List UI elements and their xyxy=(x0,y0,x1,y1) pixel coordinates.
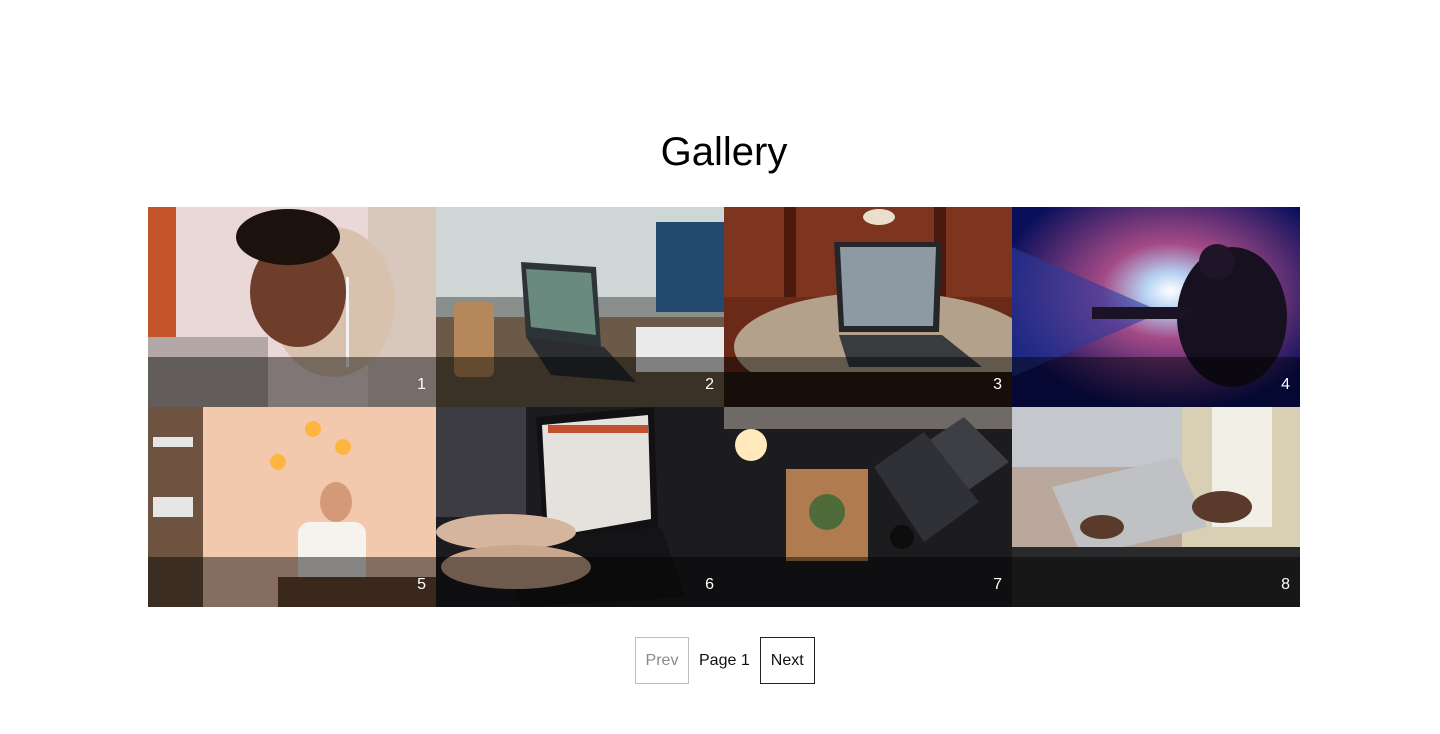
image-number: 6 xyxy=(705,576,714,593)
image-number: 7 xyxy=(993,576,1002,593)
prev-button[interactable]: Prev xyxy=(635,637,689,684)
gallery-tile-7[interactable]: 7 xyxy=(724,407,1012,607)
caption-bar xyxy=(148,357,436,407)
gallery-tile-6[interactable]: 6 xyxy=(436,407,724,607)
gallery-tile-4[interactable]: 4 xyxy=(1012,207,1300,407)
image-number: 1 xyxy=(417,376,426,393)
image-number: 5 xyxy=(417,576,426,593)
gallery-grid: 1 2 3 4 5 6 7 8 xyxy=(148,207,1300,607)
caption-bar xyxy=(148,557,436,607)
gallery-tile-2[interactable]: 2 xyxy=(436,207,724,407)
page-title: Gallery xyxy=(660,130,788,174)
caption-bar xyxy=(1012,557,1300,607)
caption-bar xyxy=(436,357,724,407)
page-indicator: Page 1 xyxy=(699,651,750,669)
next-button[interactable]: Next xyxy=(759,637,815,684)
caption-bar xyxy=(724,557,1012,607)
gallery-tile-3[interactable]: 3 xyxy=(724,207,1012,407)
caption-bar xyxy=(724,357,1012,407)
image-number: 4 xyxy=(1281,376,1290,393)
pagination: Prev Page 1 Next xyxy=(635,637,815,684)
image-number: 8 xyxy=(1281,576,1290,593)
caption-bar xyxy=(1012,357,1300,407)
caption-bar xyxy=(436,557,724,607)
image-number: 3 xyxy=(993,376,1002,393)
image-number: 2 xyxy=(705,376,714,393)
gallery-tile-5[interactable]: 5 xyxy=(148,407,436,607)
gallery-tile-1[interactable]: 1 xyxy=(148,207,436,407)
gallery-tile-8[interactable]: 8 xyxy=(1012,407,1300,607)
